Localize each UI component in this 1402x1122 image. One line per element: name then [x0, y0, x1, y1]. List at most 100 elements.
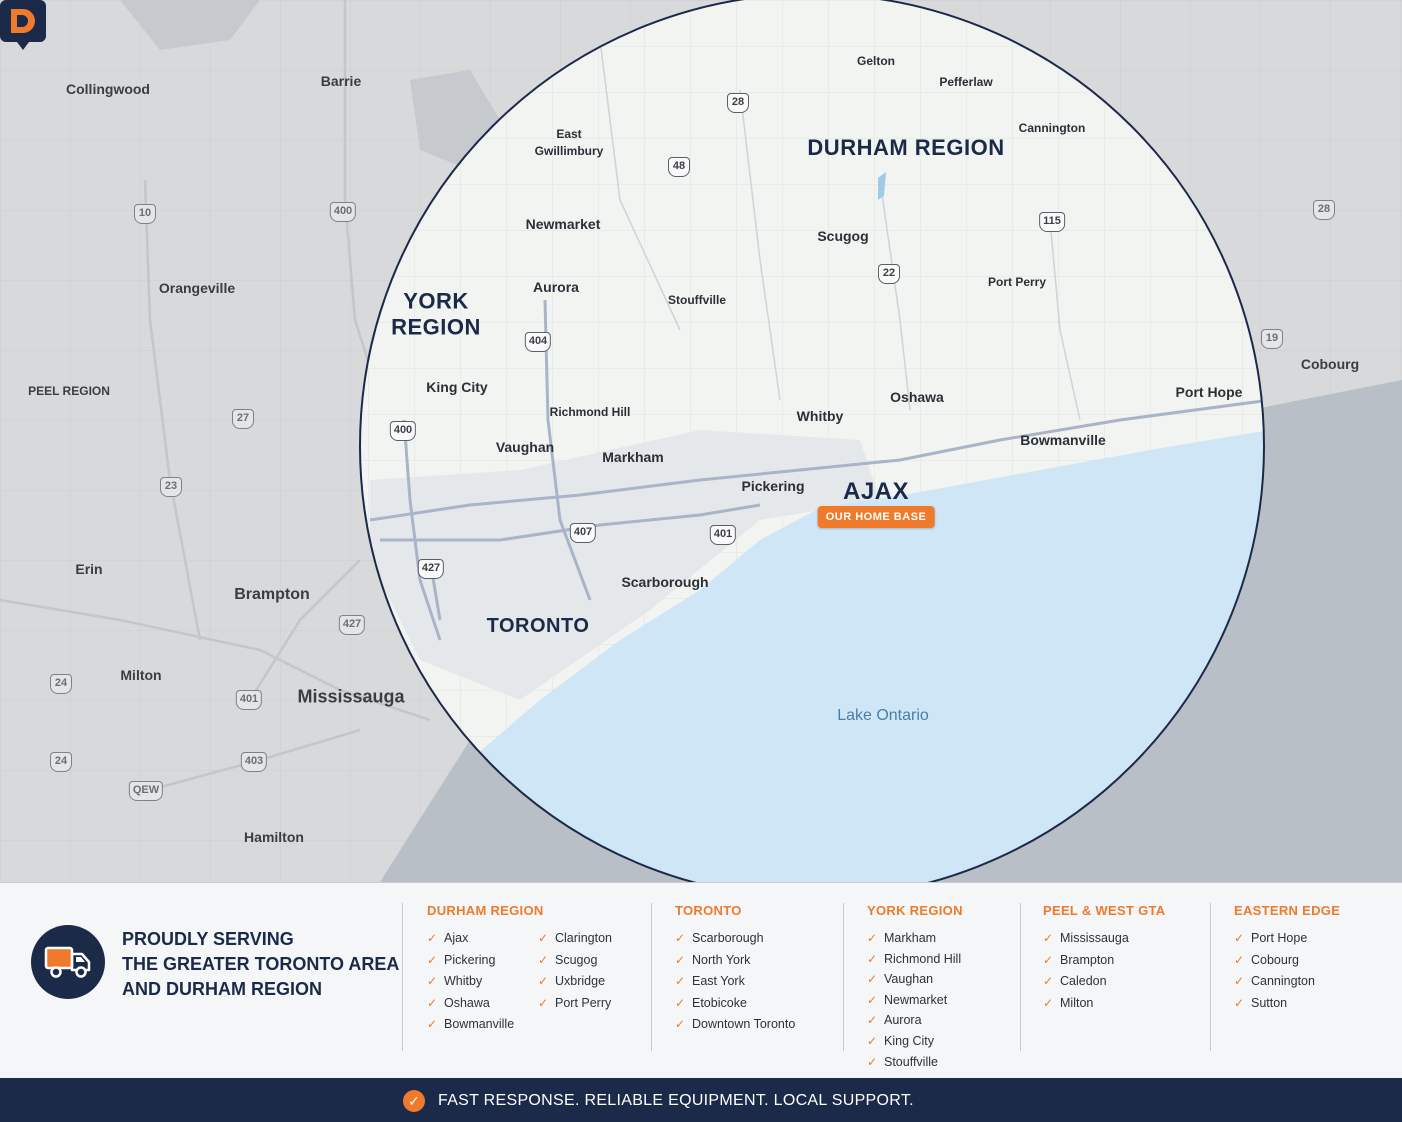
- highway-shield: 24: [50, 752, 72, 772]
- footer-banner: ✓ FAST RESPONSE. RELIABLE EQUIPMENT. LOC…: [0, 1078, 1402, 1122]
- column-durham-region: DURHAM REGION Ajax Pickering Whitby Osha…: [427, 903, 612, 1037]
- highway-shield: 10: [134, 204, 156, 224]
- column-title: YORK REGION: [867, 903, 963, 918]
- column-peel-west-gta: PEEL & WEST GTA Mississauga Brampton Cal…: [1043, 903, 1165, 1015]
- home-base-name: AJAX: [842, 478, 910, 505]
- tagline: PROUDLY SERVING THE GREATER TORONTO AREA…: [122, 927, 399, 1002]
- highway-shield: 403: [240, 752, 268, 772]
- delivery-truck-icon: [31, 925, 105, 999]
- list-item: Caledon: [1043, 972, 1165, 994]
- place-pefferlaw: Pefferlaw: [939, 75, 993, 89]
- highway-shield: 28: [727, 93, 749, 113]
- list-item: Scarborough: [675, 929, 795, 951]
- place-vaughan: Vaughan: [495, 439, 555, 455]
- column-title: TORONTO: [675, 903, 742, 918]
- column-divider: [651, 903, 652, 1051]
- highway-shield: 24: [50, 674, 72, 694]
- list-item: Cannington: [1234, 972, 1340, 994]
- list-item: Aurora: [867, 1011, 963, 1032]
- highway-shield: QEW: [128, 781, 164, 801]
- column-toronto: TORONTO Scarborough North York East York…: [675, 903, 795, 1037]
- place-scugog: Scugog: [817, 228, 869, 244]
- place-markham: Markham: [602, 449, 664, 465]
- list-item: Mississauga: [1043, 929, 1165, 951]
- highway-shield: 23: [160, 477, 182, 497]
- list-item: Markham: [867, 929, 963, 950]
- list-item: Oshawa: [427, 994, 544, 1016]
- region-label-york-line2: REGION: [391, 315, 481, 340]
- list-item: Pickering: [427, 951, 544, 973]
- place-scarborough: Scarborough: [621, 574, 709, 590]
- list-item: North York: [675, 951, 795, 973]
- d-logo-pin-icon: [0, 0, 46, 50]
- list-item: Port Hope: [1234, 929, 1340, 951]
- highway-shield: 427: [417, 559, 445, 579]
- column-divider: [1210, 903, 1211, 1051]
- list-item: Stouffville: [867, 1053, 963, 1074]
- place-aurora: Aurora: [533, 279, 579, 295]
- place-pickering: Pickering: [741, 478, 805, 494]
- footer-text: FAST RESPONSE. RELIABLE EQUIPMENT. LOCAL…: [438, 1092, 914, 1109]
- place-whitby: Whitby: [796, 408, 844, 424]
- place-king-city: King City: [426, 379, 488, 395]
- list-item: Etobicoke: [675, 994, 795, 1016]
- place-stouffville: Stouffville: [667, 293, 727, 307]
- place-collingwood: Collingwood: [66, 81, 150, 97]
- column-title: PEEL & WEST GTA: [1043, 903, 1166, 918]
- column-divider: [402, 903, 403, 1051]
- place-newmarket: Newmarket: [525, 216, 601, 232]
- highway-shield: 19: [1261, 329, 1283, 349]
- list-item: Whitby: [427, 972, 544, 994]
- column-divider: [843, 903, 844, 1051]
- place-hamilton: Hamilton: [244, 829, 304, 845]
- list-item: Scugog: [538, 951, 612, 973]
- column-title: DURHAM REGION: [427, 903, 544, 918]
- place-brampton: Brampton: [234, 586, 310, 603]
- place-cannington: Cannington: [1018, 121, 1086, 135]
- highway-shield: 28: [1313, 200, 1335, 220]
- highway-shield: 22: [878, 264, 900, 284]
- place-erin: Erin: [75, 561, 103, 577]
- highway-shield: 407: [569, 523, 597, 543]
- list-item: Cobourg: [1234, 951, 1340, 973]
- place-barrie: Barrie: [320, 73, 362, 89]
- list-item: Brampton: [1043, 951, 1165, 973]
- map-base: [0, 0, 1402, 882]
- place-oshawa: Oshawa: [890, 389, 944, 405]
- list-item: Sutton: [1234, 994, 1340, 1016]
- list-item: Clarington: [538, 929, 612, 951]
- list-item: East York: [675, 972, 795, 994]
- region-label-toronto: TORONTO: [486, 615, 590, 637]
- place-orangeville: Orangeville: [158, 280, 236, 296]
- highway-shield: 427: [338, 615, 366, 635]
- list-item: Newmarket: [867, 991, 963, 1012]
- highway-shield: 48: [668, 157, 690, 177]
- place-east-gwillimbury-1: East: [556, 127, 582, 141]
- column-title: EASTERN EDGE: [1234, 903, 1341, 918]
- region-label-york: YORK REGION: [391, 289, 481, 342]
- place-richmond-hill: Richmond Hill: [549, 405, 631, 419]
- service-area-map: DURHAM REGION YORK REGION PEEL REGION TO…: [0, 0, 1402, 882]
- list-item: Uxbridge: [538, 972, 612, 994]
- highway-shield: 400: [389, 421, 417, 441]
- check-circle-icon: ✓: [403, 1090, 425, 1112]
- tagline-line: PROUDLY SERVING: [122, 929, 294, 949]
- place-bowmanville: Bowmanville: [1020, 432, 1106, 448]
- list-item: Vaughan: [867, 970, 963, 991]
- lake-label: Lake Ontario: [837, 707, 929, 724]
- place-mississauga: Mississauga: [297, 686, 405, 707]
- place-milton: Milton: [120, 667, 162, 683]
- highway-shield: 404: [524, 332, 552, 352]
- list-item: Milton: [1043, 994, 1165, 1016]
- highway-shield: 115: [1039, 212, 1065, 232]
- place-cobourg: Cobourg: [1300, 356, 1360, 372]
- column-eastern-edge: EASTERN EDGE Port Hope Cobourg Canningto…: [1234, 903, 1340, 1015]
- place-port-perry: Port Perry: [987, 275, 1047, 289]
- highway-shield: 400: [329, 202, 357, 222]
- column-divider: [1020, 903, 1021, 1051]
- list-item: Ajax: [427, 929, 544, 951]
- list-item: Bowmanville: [427, 1015, 544, 1037]
- tagline-line: THE GREATER TORONTO AREA: [122, 954, 400, 974]
- region-label-york-line1: YORK: [403, 288, 469, 314]
- region-label-durham: DURHAM REGION: [807, 134, 1005, 160]
